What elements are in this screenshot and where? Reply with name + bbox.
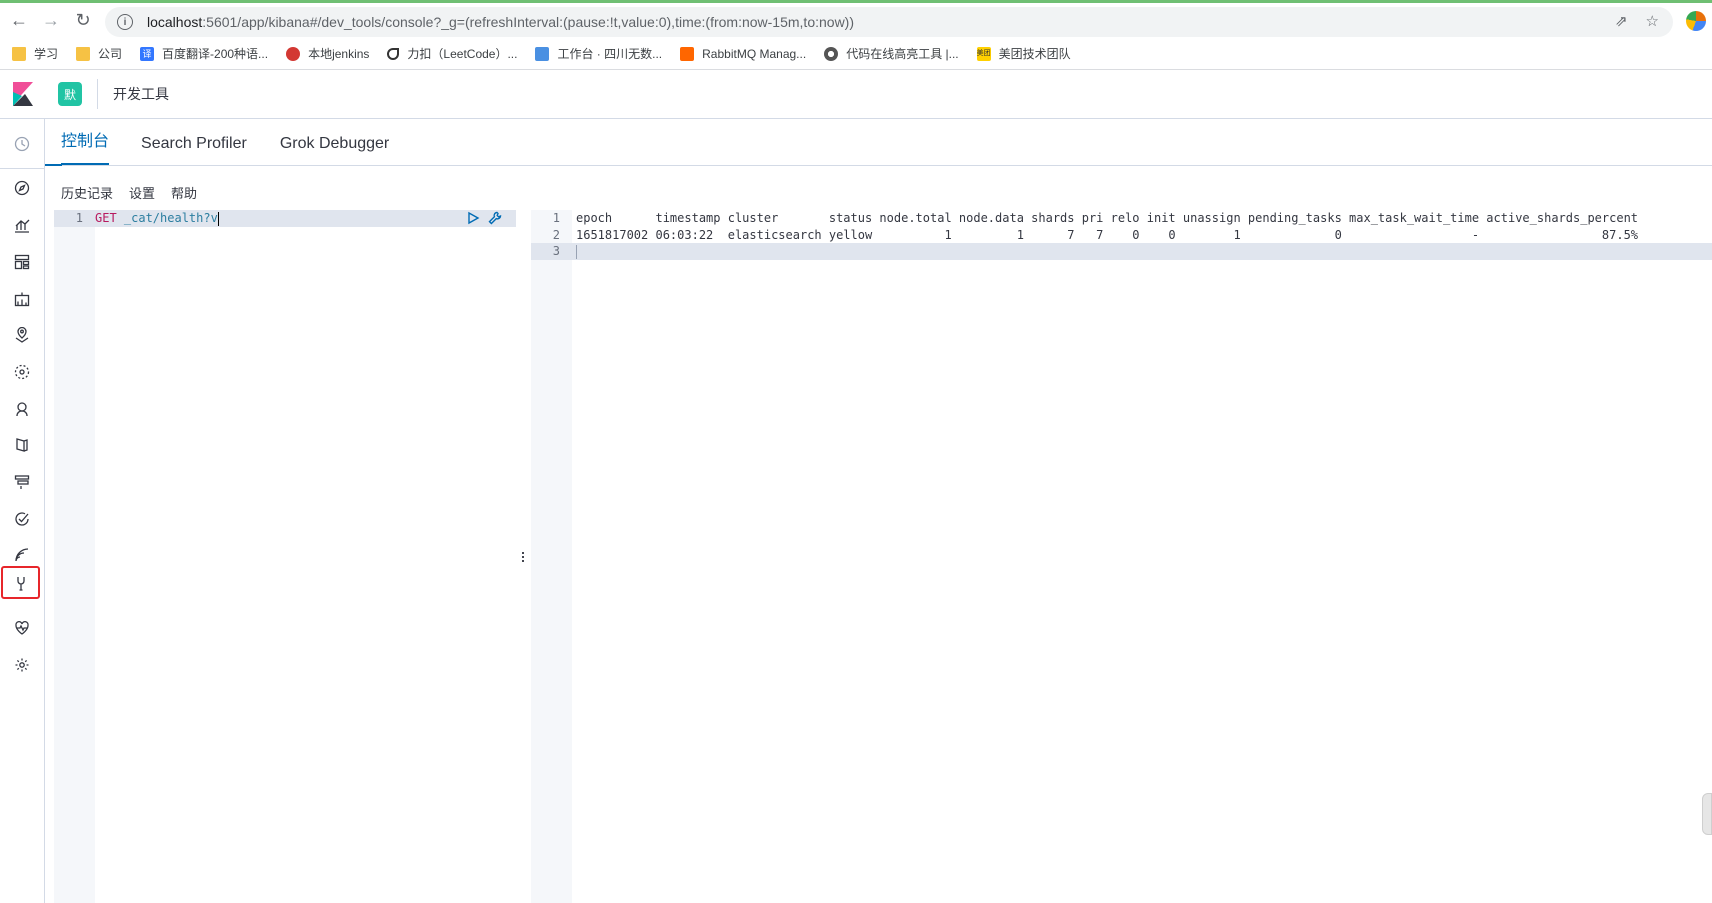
request-code[interactable]: GET _cat/health?v <box>95 210 516 903</box>
response-data-row: 1651817002 06:03:22 elasticsearch yellow… <box>576 227 1639 242</box>
bookmark-item[interactable]: 美团 美团技术团队 <box>976 45 1071 62</box>
response-header-row: epoch timestamp cluster status node.tota… <box>576 211 1639 225</box>
bookmark-star-icon[interactable]: ☆ <box>1646 12 1659 30</box>
bookmark-item[interactable]: 力扣（LeetCode）... <box>387 45 517 62</box>
bookmark-item[interactable]: 译百度翻译-200种语... <box>140 45 268 62</box>
space-avatar[interactable]: 默 <box>58 82 82 106</box>
address-bar[interactable]: i localhost:5601/app/kibana#/dev_tools/c… <box>105 7 1673 37</box>
tab-grok-debugger[interactable]: Grok Debugger <box>280 135 404 165</box>
request-method: GET <box>95 211 117 225</box>
bookmark-item[interactable]: 代码在线高亮工具 |... <box>824 45 959 62</box>
tab-underline <box>45 164 62 166</box>
meituan-icon: 美团 <box>976 46 991 61</box>
folder-icon <box>12 46 26 61</box>
ml-icon[interactable] <box>12 362 32 382</box>
leetcode-icon <box>387 47 400 60</box>
response-output: 1 2 3 epoch timestamp cluster status nod… <box>531 210 1712 903</box>
line-number: 1 <box>552 211 560 225</box>
side-nav <box>0 119 45 903</box>
code-highlight-icon <box>824 46 839 61</box>
header-divider <box>97 79 98 109</box>
kibana-logo-icon[interactable] <box>0 70 45 119</box>
url-text[interactable]: localhost:5601/app/kibana#/dev_tools/con… <box>147 14 854 30</box>
forward-arrow-icon[interactable]: → <box>38 8 64 34</box>
nav-separator <box>0 168 44 169</box>
logs-icon[interactable] <box>12 435 32 455</box>
request-actions <box>466 211 502 228</box>
tab-search-profiler[interactable]: Search Profiler <box>141 135 262 165</box>
request-line[interactable]: GET _cat/health?v <box>95 210 516 227</box>
bookmarks-bar: 学习 公司 译百度翻译-200种语... 本地jenkins 力扣（LeetCo… <box>0 38 1712 70</box>
feedback-handle[interactable] <box>1702 793 1712 835</box>
bookmark-item[interactable]: 本地jenkins <box>286 45 369 62</box>
back-arrow-icon[interactable]: ← <box>6 8 32 34</box>
baidu-fanyi-icon: 译 <box>140 46 155 61</box>
dev-tools-tabs: 控制台 Search Profiler Grok Debugger <box>45 119 1712 166</box>
bookmark-item[interactable]: RabbitMQ Manag... <box>680 46 806 61</box>
bookmark-item[interactable]: 学习 <box>12 45 58 62</box>
play-icon[interactable] <box>466 211 480 228</box>
recent-icon[interactable] <box>12 134 32 154</box>
tab-console[interactable]: 控制台 <box>61 127 110 165</box>
console-menu: 历史记录 设置 帮助 <box>61 183 197 202</box>
resizer-dots-icon <box>522 550 524 563</box>
management-icon[interactable] <box>12 655 32 675</box>
line-number: 3 <box>531 243 572 260</box>
request-path: _cat/health?v <box>116 211 218 225</box>
canvas-icon[interactable] <box>12 289 32 309</box>
visualize-icon[interactable] <box>12 215 32 235</box>
line-number: 2 <box>552 227 560 242</box>
response-empty-line <box>572 243 1712 260</box>
rabbitmq-icon <box>680 46 695 61</box>
dev-tools-icon[interactable] <box>1 566 40 599</box>
text-cursor <box>217 211 219 226</box>
uptime-icon[interactable] <box>12 509 32 529</box>
apm-icon[interactable] <box>12 472 32 492</box>
folder-icon <box>76 46 91 61</box>
kibana-header: 默 开发工具 <box>0 70 1712 119</box>
response-code: epoch timestamp cluster status node.tota… <box>572 210 1712 903</box>
workbench-icon <box>535 46 550 61</box>
request-gutter: 1 <box>54 210 95 903</box>
share-icon[interactable]: ⇗ <box>1615 12 1628 30</box>
line-number: 1 <box>54 210 95 227</box>
jenkins-icon <box>286 46 301 61</box>
dashboard-icon[interactable] <box>12 252 32 272</box>
siem-icon[interactable] <box>12 545 32 565</box>
reload-icon[interactable]: ↻ <box>70 8 96 34</box>
site-info-icon[interactable]: i <box>117 14 133 30</box>
discover-icon[interactable] <box>12 178 32 198</box>
breadcrumb: 开发工具 <box>113 86 169 102</box>
request-editor[interactable]: 1 GET _cat/health?v <box>54 210 516 903</box>
settings-link[interactable]: 设置 <box>129 183 155 202</box>
bookmark-item[interactable]: 工作台 · 四川无数... <box>535 45 662 62</box>
maps-icon[interactable] <box>12 325 32 345</box>
history-link[interactable]: 历史记录 <box>61 183 113 202</box>
text-cursor <box>576 244 577 259</box>
browser-toolbar: ← → ↻ i localhost:5601/app/kibana#/dev_t… <box>0 0 1712 38</box>
monitoring-icon[interactable] <box>12 618 32 638</box>
wrench-icon[interactable] <box>488 211 502 228</box>
infrastructure-icon[interactable] <box>12 399 32 419</box>
profile-avatar-icon[interactable] <box>1686 11 1706 31</box>
help-link[interactable]: 帮助 <box>171 183 197 202</box>
pane-resizer[interactable] <box>516 210 530 903</box>
response-gutter: 1 2 3 <box>531 210 572 903</box>
bookmark-item[interactable]: 公司 <box>76 45 122 62</box>
